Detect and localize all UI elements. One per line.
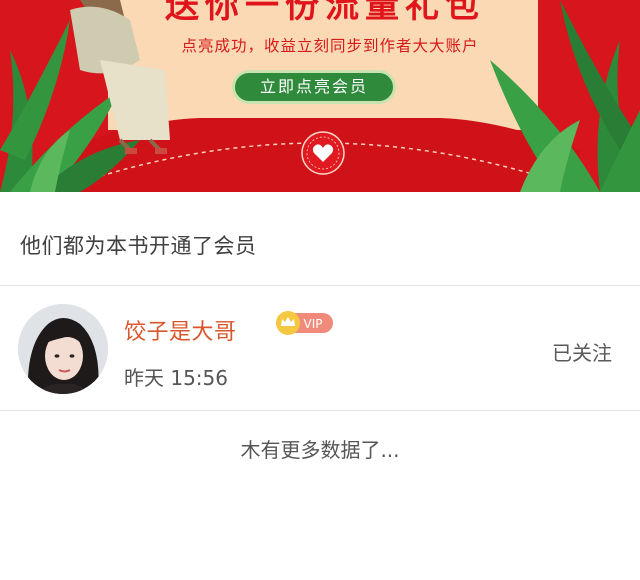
vip-badge: VIP xyxy=(276,311,333,335)
divider xyxy=(0,410,640,411)
section-title: 他们都为本书开通了会员 xyxy=(20,234,257,258)
follow-status-button[interactable]: 已关注 xyxy=(552,337,612,366)
member-name[interactable]: 饺子是大哥 xyxy=(124,314,237,346)
no-more-data-text: 木有更多数据了... xyxy=(240,438,400,462)
vip-badge-label: VIP xyxy=(304,317,323,331)
banner-subtitle: 点亮成功，收益立刻同步到作者大大账户 xyxy=(181,37,479,55)
list-item[interactable]: 饺子是大哥 VIP 昨天 15:56 已关注 xyxy=(0,286,640,410)
avatar[interactable] xyxy=(18,304,108,394)
light-up-membership-button[interactable]: 立即点亮会员 xyxy=(232,70,396,104)
promo-banner[interactable]: 送你一份流量礼包 点亮成功，收益立刻同步到作者大大账户 立即点亮会员 xyxy=(0,0,640,192)
member-timestamp: 昨天 15:56 xyxy=(124,366,228,390)
heart-seal-icon xyxy=(301,131,345,175)
avatar-image xyxy=(18,304,108,394)
